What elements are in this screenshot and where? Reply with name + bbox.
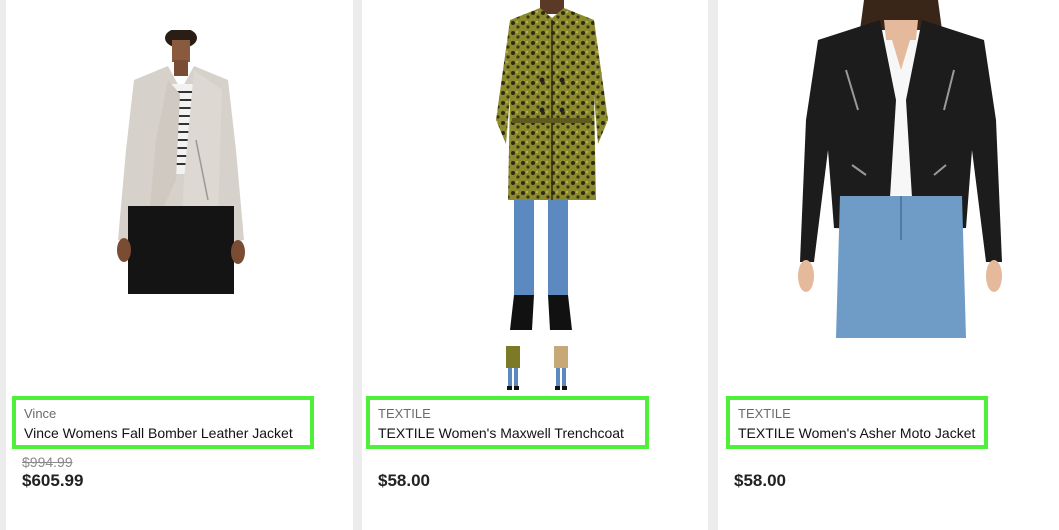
product-info-highlight[interactable]: TEXTILE TEXTILE Women's Maxwell Trenchco… xyxy=(366,396,649,449)
product-card-asher-moto-jacket[interactable]: TEXTILE TEXTILE Women's Asher Moto Jacke… xyxy=(718,0,1059,530)
product-info-highlight[interactable]: TEXTILE TEXTILE Women's Asher Moto Jacke… xyxy=(726,396,988,449)
product-brand: TEXTILE xyxy=(738,406,791,421)
product-image-black-moto-jacket[interactable] xyxy=(796,0,1006,343)
price: $58.00 xyxy=(378,471,430,490)
product-brand: Vince xyxy=(24,406,57,421)
product-info-highlight[interactable]: Vince Vince Womens Fall Bomber Leather J… xyxy=(12,396,314,449)
product-image-beige-leather-jacket[interactable] xyxy=(106,28,256,299)
original-price: $994.99 xyxy=(22,454,73,470)
product-title[interactable]: Vince Womens Fall Bomber Leather Jacket xyxy=(24,425,302,442)
thumbnail-leopard-trenchcoat[interactable] xyxy=(502,342,524,390)
thumbnail-camel-trenchcoat[interactable] xyxy=(550,342,572,390)
price: $58.00 xyxy=(734,471,786,490)
product-card-maxwell-trenchcoat[interactable]: TEXTILE TEXTILE Women's Maxwell Trenchco… xyxy=(362,0,708,530)
product-card-vince-bomber[interactable]: Vince Vince Womens Fall Bomber Leather J… xyxy=(6,0,353,530)
product-image-leopard-trenchcoat[interactable] xyxy=(490,0,614,339)
sale-price: $605.99 xyxy=(22,471,84,490)
product-title[interactable]: TEXTILE Women's Asher Moto Jacket xyxy=(738,425,976,442)
thumbnail-strip xyxy=(502,342,572,390)
product-grid: Vince Vince Womens Fall Bomber Leather J… xyxy=(0,0,1059,530)
product-title[interactable]: TEXTILE Women's Maxwell Trenchcoat xyxy=(378,425,637,442)
product-brand: TEXTILE xyxy=(378,406,431,421)
